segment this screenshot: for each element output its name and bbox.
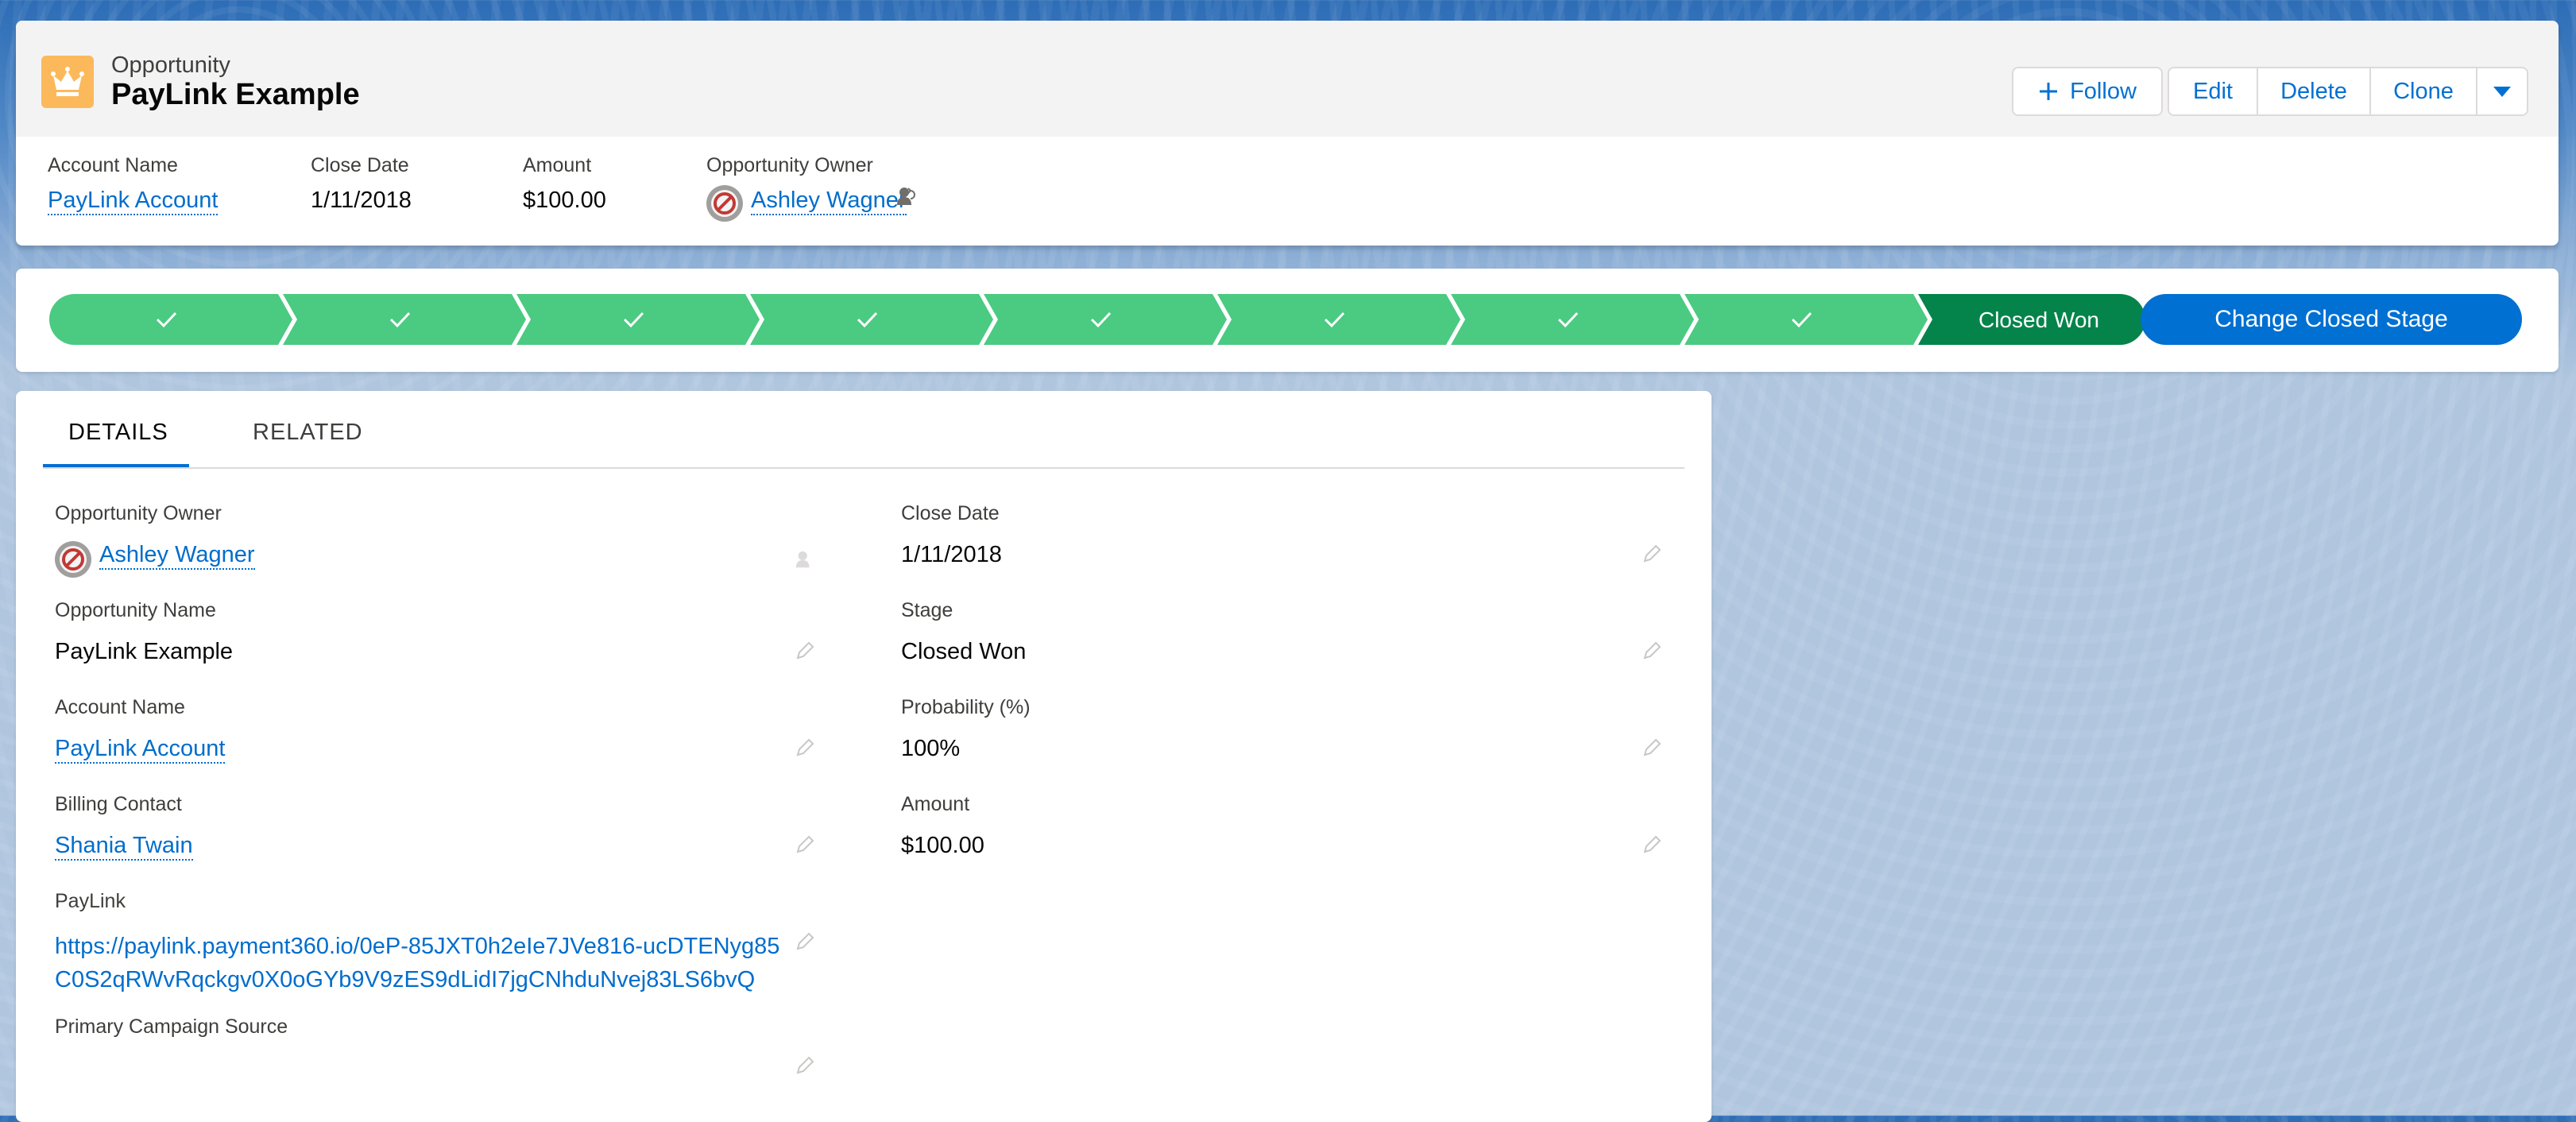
pencil-icon[interactable] — [795, 1055, 815, 1076]
field-value-amount: $100.00 — [901, 833, 984, 858]
field-label-paylink: PayLink — [55, 890, 126, 912]
pencil-icon[interactable] — [1642, 544, 1662, 564]
pencil-icon[interactable] — [1642, 640, 1662, 661]
field-value-billing-contact[interactable]: Shania Twain — [55, 833, 193, 861]
details-card: DETAILS RELATED Opportunity Owner Ashley… — [16, 391, 1712, 1122]
pencil-icon[interactable] — [795, 931, 815, 952]
field-value-owner[interactable]: Ashley Wagner — [99, 542, 255, 570]
tab-related[interactable]: RELATED — [253, 420, 363, 446]
pencil-icon[interactable] — [795, 640, 815, 661]
field-value-account[interactable]: PayLink Account — [55, 736, 226, 764]
field-label-account: Account Name — [55, 696, 185, 718]
avatar — [55, 541, 91, 578]
field-label-stage: Stage — [901, 599, 953, 621]
field-value-paylink[interactable]: https://paylink.payment360.io/0eP-85JXT0… — [55, 930, 794, 996]
change-closed-stage-button[interactable]: Change Closed Stage — [2141, 294, 2522, 345]
field-value-name: PayLink Example — [55, 639, 234, 664]
field-label-campaign: Primary Campaign Source — [55, 1016, 288, 1038]
pencil-icon[interactable] — [1642, 834, 1662, 855]
field-value-stage: Closed Won — [901, 639, 1027, 664]
field-label-owner: Opportunity Owner — [55, 502, 222, 524]
active-tab-indicator — [43, 464, 189, 467]
path-current-stage-label: Closed Won — [1978, 308, 2099, 332]
pencil-icon[interactable] — [795, 834, 815, 855]
field-label-probability: Probability (%) — [901, 696, 1031, 718]
field-label-name: Opportunity Name — [55, 599, 216, 621]
pencil-icon[interactable] — [1642, 737, 1662, 758]
field-value-close-date: 1/11/2018 — [901, 542, 1002, 567]
field-value-probability: 100% — [901, 736, 961, 761]
pencil-icon[interactable] — [795, 737, 815, 758]
field-label-amount: Amount — [901, 793, 970, 815]
field-label-close-date: Close Date — [901, 502, 1000, 524]
change-owner-icon[interactable] — [795, 550, 815, 571]
tab-details[interactable]: DETAILS — [68, 420, 168, 446]
tab-divider — [43, 467, 1684, 469]
field-label-billing-contact: Billing Contact — [55, 793, 182, 815]
